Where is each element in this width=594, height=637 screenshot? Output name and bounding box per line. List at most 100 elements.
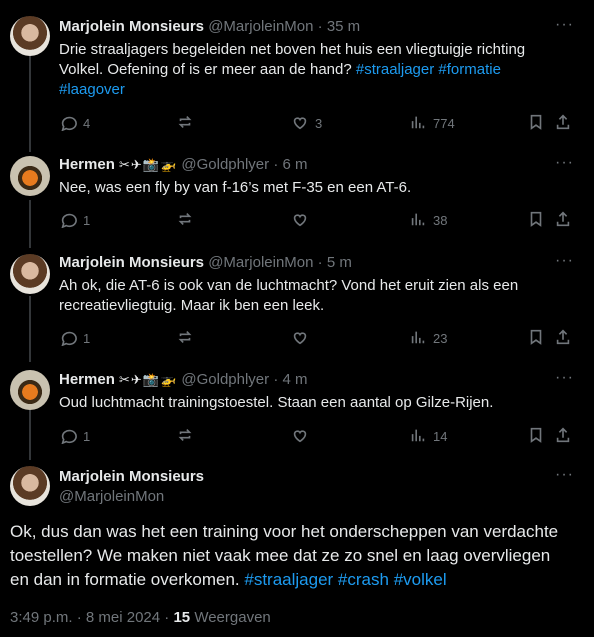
views-button[interactable]: 774 — [409, 113, 455, 133]
hashtag-link[interactable]: #formatie — [438, 61, 501, 78]
like-button[interactable] — [291, 328, 315, 348]
timestamp[interactable]: 6 m — [283, 156, 308, 173]
share-button[interactable] — [554, 426, 572, 446]
reply-tweet[interactable]: Marjolein Monsieurs @MarjoleinMon · 5 m … — [0, 242, 594, 354]
reply-tweet[interactable]: Hermen ✂✈📸🚁 @Goldphlyer · 6 m ··· Nee, w… — [0, 150, 594, 242]
action-bar: 1 14 — [59, 426, 579, 446]
action-bar: 4 3 774 — [59, 113, 579, 133]
views-icon — [409, 210, 427, 231]
reply-button[interactable]: 1 — [59, 328, 90, 348]
repost-icon — [176, 328, 194, 349]
author-name[interactable]: Hermen — [59, 156, 115, 173]
views-button[interactable]: 38 — [409, 210, 447, 230]
share-button[interactable] — [554, 210, 572, 230]
views-button[interactable]: 23 — [409, 328, 447, 348]
views-count: 23 — [433, 330, 448, 346]
timestamp[interactable]: 35 m — [327, 18, 360, 35]
reply-button[interactable]: 4 — [59, 113, 90, 133]
reply-tweet[interactable]: Hermen ✂✈📸🚁 @Goldphlyer · 4 m ··· Oud lu… — [0, 354, 594, 454]
share-icon — [554, 426, 572, 447]
share-button[interactable] — [554, 113, 572, 133]
more-dots-icon[interactable]: ··· — [555, 369, 574, 387]
bookmark-icon — [527, 113, 545, 134]
reply-icon — [59, 210, 77, 231]
author-handle[interactable]: @MarjoleinMon — [208, 254, 313, 271]
tweet-text: Nee, was een fly by van f-16’s met F-35 … — [59, 178, 549, 198]
repost-button[interactable] — [176, 113, 200, 133]
bookmark-button[interactable] — [527, 328, 545, 348]
like-button[interactable]: 3 — [291, 113, 322, 133]
hashtag-link[interactable]: #volkel — [394, 570, 447, 589]
main-tweet: Marjolein Monsieurs @MarjoleinMon ··· Ok… — [0, 454, 594, 637]
tweet-header: Hermen ✂✈📸🚁 @Goldphlyer · 4 m — [59, 370, 308, 390]
author-handle[interactable]: @MarjoleinMon — [59, 488, 164, 505]
author-name[interactable]: Marjolein Monsieurs — [59, 468, 204, 485]
hashtag-link[interactable]: #laagover — [59, 81, 125, 98]
reply-button[interactable]: 1 — [59, 210, 90, 230]
avatar[interactable] — [10, 254, 50, 294]
separator-dot: · — [273, 371, 279, 388]
avatar[interactable] — [10, 16, 50, 56]
more-dots-icon[interactable]: ··· — [555, 466, 574, 484]
share-icon — [554, 113, 572, 134]
like-icon — [291, 328, 309, 349]
timestamp[interactable]: 4 m — [283, 371, 308, 388]
hashtag-link[interactable]: #crash — [338, 570, 389, 589]
tweet-header: Marjolein Monsieurs @MarjoleinMon · 5 m — [59, 253, 352, 273]
separator-dot: · — [317, 18, 323, 35]
views-icon — [409, 113, 427, 134]
views-count: 15 — [173, 609, 191, 626]
bookmark-button[interactable] — [527, 210, 545, 230]
avatar[interactable] — [10, 156, 50, 196]
like-button[interactable] — [291, 210, 315, 230]
author-name[interactable]: Marjolein Monsieurs — [59, 18, 204, 35]
timestamp[interactable]: 5 m — [327, 254, 352, 271]
tweet-header: Hermen ✂✈📸🚁 @Goldphlyer · 6 m — [59, 155, 308, 175]
hashtag-link[interactable]: #straaljager — [356, 61, 434, 78]
tweet-header: Marjolein Monsieurs @MarjoleinMon · 35 m — [59, 17, 360, 37]
action-bar: 1 23 — [59, 328, 579, 348]
more-dots-icon[interactable]: ··· — [555, 154, 574, 172]
tweet-text: Oud luchtmacht trainingstoestel. Staan e… — [59, 393, 549, 413]
action-bar: 1 38 — [59, 210, 579, 230]
hashtag-link[interactable]: #straaljager — [244, 570, 333, 589]
bookmark-icon — [527, 210, 545, 231]
views-icon — [409, 328, 427, 349]
separator-dot: · — [317, 254, 323, 271]
like-button[interactable] — [291, 426, 315, 446]
post-date[interactable]: 8 mei 2024 — [86, 609, 160, 626]
tweet-text: Ah ok, die AT-6 is ook van de luchtmacht… — [59, 276, 549, 316]
tweet-text-segment: Nee, was een fly by van f-16’s met F-35 … — [59, 179, 412, 196]
repost-button[interactable] — [176, 210, 200, 230]
author-handle[interactable]: @Goldphlyer — [181, 371, 269, 388]
repost-button[interactable] — [176, 426, 200, 446]
more-dots-icon[interactable]: ··· — [555, 16, 574, 34]
bookmark-button[interactable] — [527, 113, 545, 133]
reply-button[interactable]: 1 — [59, 426, 90, 446]
separator-dot: · — [76, 609, 86, 626]
post-time[interactable]: 3:49 p.m. — [10, 609, 73, 626]
tweet-text-segment: Ah ok, die AT-6 is ook van de luchtmacht… — [59, 277, 519, 314]
author-name[interactable]: Hermen — [59, 371, 115, 388]
author-handle[interactable]: @Goldphlyer — [181, 156, 269, 173]
like-count: 3 — [315, 115, 323, 131]
views-button[interactable]: 14 — [409, 426, 447, 446]
views-count: 38 — [433, 212, 448, 228]
like-icon — [291, 210, 309, 231]
repost-icon — [176, 113, 194, 134]
avatar[interactable] — [10, 466, 50, 506]
repost-button[interactable] — [176, 328, 200, 348]
share-button[interactable] — [554, 328, 572, 348]
more-dots-icon[interactable]: ··· — [555, 252, 574, 270]
repost-icon — [176, 210, 194, 231]
bookmark-button[interactable] — [527, 426, 545, 446]
author-name[interactable]: Marjolein Monsieurs — [59, 254, 204, 271]
share-icon — [554, 328, 572, 349]
like-icon — [291, 113, 309, 134]
tweet-meta: 3:49 p.m. · 8 mei 2024 · 15 Weergaven — [10, 609, 271, 626]
reply-tweet[interactable]: Marjolein Monsieurs @MarjoleinMon · 35 m… — [0, 0, 594, 150]
avatar[interactable] — [10, 370, 50, 410]
reply-count: 1 — [83, 428, 91, 444]
author-handle[interactable]: @MarjoleinMon — [208, 18, 313, 35]
views-icon — [409, 426, 427, 447]
